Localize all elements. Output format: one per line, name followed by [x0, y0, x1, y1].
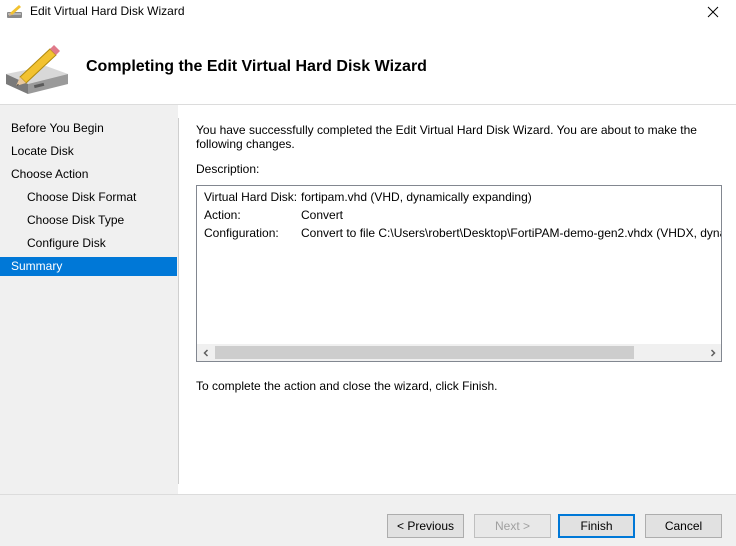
sidebar-item-configure-disk[interactable]: Configure Disk — [0, 234, 177, 253]
summary-value: Convert to file C:\Users\robert\Desktop\… — [301, 226, 722, 240]
disk-pencil-icon — [6, 4, 24, 20]
wizard-footer: < Previous Next > Finish Cancel — [0, 494, 736, 546]
window-title: Edit Virtual Hard Disk Wizard — [30, 4, 185, 18]
sidebar-item-before-you-begin[interactable]: Before You Begin — [0, 119, 177, 138]
title-bar: Edit Virtual Hard Disk Wizard — [0, 0, 736, 26]
summary-value: Convert — [301, 208, 344, 222]
scrollbar-thumb[interactable] — [215, 346, 634, 359]
horizontal-scrollbar[interactable] — [197, 344, 721, 361]
disk-pencil-icon — [4, 44, 70, 96]
summary-key: Action: — [204, 208, 241, 222]
wizard-header: Completing the Edit Virtual Hard Disk Wi… — [0, 26, 736, 105]
intro-text: You have successfully completed the Edit… — [196, 123, 697, 151]
sidebar-item-locate-disk[interactable]: Locate Disk — [0, 142, 177, 161]
description-box[interactable]: Virtual Hard Disk: fortipam.vhd (VHD, dy… — [196, 185, 722, 362]
sidebar-item-choose-disk-type[interactable]: Choose Disk Type — [0, 211, 177, 230]
summary-key: Configuration: — [204, 226, 279, 240]
finish-button[interactable]: Finish — [558, 514, 635, 538]
cancel-button[interactable]: Cancel — [645, 514, 722, 538]
sidebar-item-choose-disk-format[interactable]: Choose Disk Format — [0, 188, 177, 207]
summary-panel: You have successfully completed the Edit… — [179, 105, 736, 494]
chevron-right-icon — [709, 346, 717, 360]
scroll-right-button[interactable] — [704, 344, 721, 361]
sidebar-item-summary[interactable]: Summary — [0, 257, 177, 276]
close-button[interactable] — [690, 0, 736, 26]
page-title: Completing the Edit Virtual Hard Disk Wi… — [86, 58, 427, 75]
completion-instruction: To complete the action and close the wiz… — [196, 379, 498, 393]
chevron-left-icon — [202, 346, 210, 360]
summary-value: fortipam.vhd (VHD, dynamically expanding… — [301, 190, 532, 204]
summary-key: Virtual Hard Disk: — [204, 190, 298, 204]
previous-button[interactable]: < Previous — [387, 514, 464, 538]
next-button[interactable]: Next > — [474, 514, 551, 538]
sidebar-item-choose-action[interactable]: Choose Action — [0, 165, 177, 184]
close-icon — [707, 6, 719, 21]
description-label: Description: — [196, 162, 260, 176]
scroll-left-button[interactable] — [197, 344, 214, 361]
wizard-steps-sidebar: Before You Begin Locate Disk Choose Acti… — [0, 105, 178, 494]
